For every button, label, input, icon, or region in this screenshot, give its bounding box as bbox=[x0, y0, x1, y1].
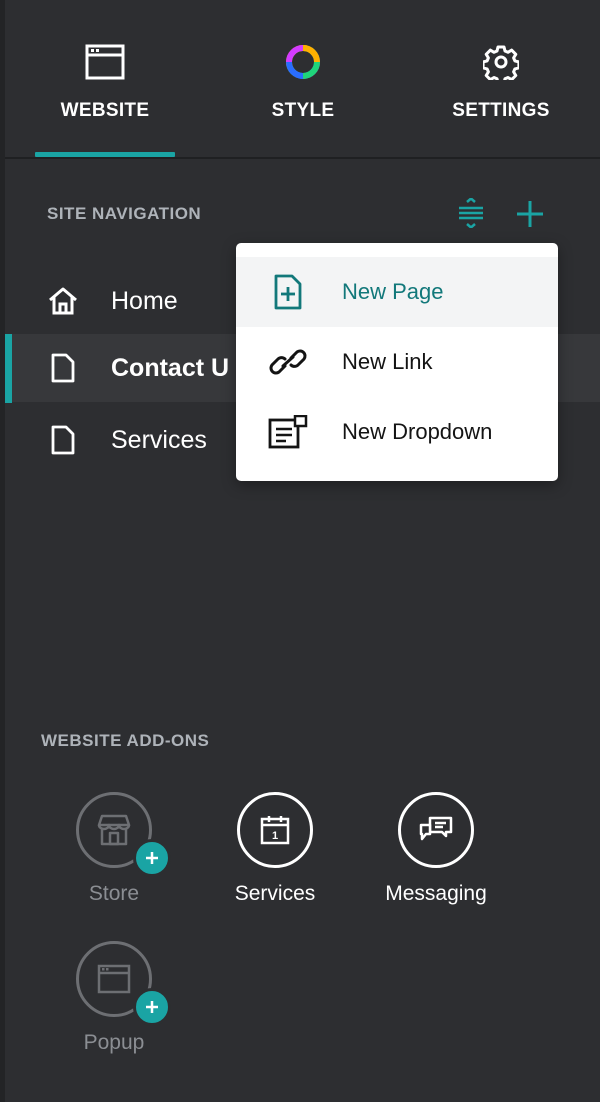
add-popup-badge[interactable] bbox=[133, 988, 171, 1026]
addon-popup-circle bbox=[76, 941, 171, 1026]
dropdown-item-label: New Page bbox=[342, 279, 444, 304]
new-page-option[interactable]: New Page bbox=[236, 257, 558, 327]
reorder-icon bbox=[459, 197, 483, 229]
addon-messaging[interactable]: Messaging bbox=[356, 792, 516, 906]
addon-services[interactable]: 1 Services bbox=[195, 792, 355, 906]
reorder-pages-button[interactable] bbox=[456, 197, 486, 229]
tab-settings[interactable]: SETTINGS bbox=[431, 0, 571, 158]
panel-left-edge bbox=[0, 0, 5, 1102]
chat-icon bbox=[419, 816, 453, 841]
new-link-option[interactable]: New Link bbox=[236, 327, 558, 397]
nav-item-label: Services bbox=[111, 425, 207, 454]
new-dropdown-option[interactable]: New Dropdown bbox=[236, 397, 558, 467]
addon-label: Messaging bbox=[385, 882, 487, 905]
gear-icon bbox=[483, 42, 519, 82]
add-store-badge[interactable] bbox=[133, 839, 171, 877]
home-icon bbox=[47, 285, 79, 317]
addon-store[interactable]: Store bbox=[34, 792, 194, 906]
plus-icon bbox=[146, 1001, 158, 1013]
tab-style-label: STYLE bbox=[271, 100, 335, 121]
tabs-divider bbox=[5, 157, 600, 159]
plus-icon bbox=[517, 201, 543, 227]
addon-popup[interactable]: Popup bbox=[34, 941, 194, 1055]
page-icon bbox=[47, 352, 79, 384]
tab-style[interactable]: STYLE bbox=[233, 0, 373, 158]
svg-text:1: 1 bbox=[272, 830, 278, 842]
link-icon bbox=[268, 344, 308, 380]
addon-label: Services bbox=[234, 882, 316, 905]
color-wheel-icon bbox=[284, 42, 322, 82]
browser-window-icon bbox=[85, 42, 125, 82]
active-page-indicator bbox=[5, 334, 12, 403]
page-icon bbox=[47, 424, 79, 456]
dropdown-item-label: New Dropdown bbox=[342, 419, 493, 444]
addon-services-circle: 1 bbox=[237, 792, 313, 868]
addon-store-circle bbox=[76, 792, 171, 877]
addon-label: Popup bbox=[83, 1031, 145, 1054]
add-menu-dropdown: New Page New Link New Dropdown bbox=[236, 243, 558, 481]
addon-label: Store bbox=[88, 882, 140, 905]
popup-window-icon bbox=[97, 964, 131, 994]
plus-icon bbox=[146, 852, 158, 864]
nav-item-label: Contact U bbox=[111, 353, 230, 382]
new-page-icon bbox=[268, 274, 308, 310]
storefront-icon bbox=[97, 814, 131, 846]
add-page-button[interactable] bbox=[514, 198, 546, 230]
site-navigation-title: SITE NAVIGATION bbox=[47, 204, 202, 223]
dropdown-icon bbox=[268, 414, 308, 450]
calendar-icon: 1 bbox=[260, 816, 290, 845]
tab-website[interactable]: WEBSITE bbox=[35, 0, 175, 158]
tab-website-label: WEBSITE bbox=[60, 100, 150, 121]
top-tabs: WEBSITE STYLE SETTINGS bbox=[5, 0, 600, 158]
tab-settings-label: SETTINGS bbox=[452, 100, 550, 121]
website-addons-title: WEBSITE ADD-ONS bbox=[41, 731, 210, 750]
dropdown-item-label: New Link bbox=[342, 349, 433, 374]
addon-messaging-circle bbox=[398, 792, 474, 868]
nav-item-label: Home bbox=[111, 286, 178, 315]
